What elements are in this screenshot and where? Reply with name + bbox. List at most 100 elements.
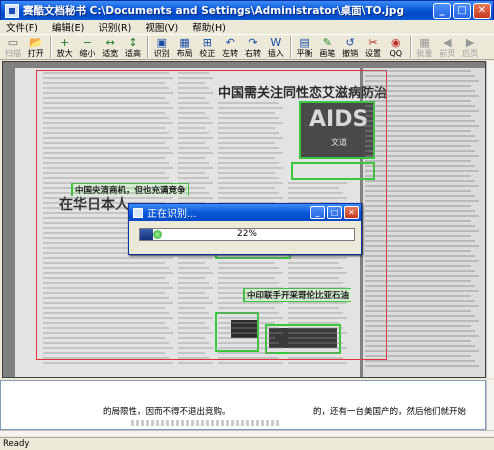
- text-line: [178, 262, 205, 264]
- text-line: [365, 265, 471, 267]
- image-vertical-scrollbar[interactable]: [486, 61, 494, 378]
- text-vertical-scrollbar[interactable]: [486, 380, 494, 430]
- text-line: [178, 82, 205, 84]
- text-line: [365, 270, 475, 272]
- balance-icon: ▤: [299, 36, 310, 49]
- toolbar-button-13[interactable]: ▤ 平衡: [294, 35, 316, 59]
- toolbar-button-label: 放大: [56, 49, 73, 58]
- toolbar-button-20[interactable]: ▶ 后页: [459, 35, 481, 59]
- toolbar-button-7[interactable]: ▣ 识别: [151, 35, 173, 59]
- text-line: [365, 325, 471, 327]
- qq-icon: ◉: [390, 36, 401, 49]
- text-line: [178, 362, 213, 364]
- menu-help[interactable]: 帮助(H): [192, 20, 226, 34]
- text-line: [365, 140, 479, 142]
- toolbar-button-17[interactable]: ◉ QQ: [385, 35, 407, 59]
- text-line: [365, 205, 471, 207]
- text-line: [178, 142, 205, 144]
- text-line: [43, 352, 165, 354]
- dialog-minimize-button[interactable]: _: [310, 206, 325, 219]
- toolbar-button-5[interactable]: ↔ 适宽: [99, 35, 121, 59]
- text-line: [288, 297, 343, 299]
- toolbar-button-4[interactable]: − 缩小: [76, 35, 98, 59]
- text-line: [178, 272, 213, 274]
- toolbar-button-1[interactable]: ▭ 扫描: [2, 35, 24, 59]
- aids-logo-text: AIDS: [309, 107, 369, 132]
- dialog-maximize-button[interactable]: □: [327, 206, 342, 219]
- dialog-close-button[interactable]: ✕: [344, 206, 359, 219]
- text-line: [365, 195, 475, 197]
- text-line: [365, 225, 475, 227]
- text-line: [288, 352, 339, 354]
- text-line: [43, 257, 173, 259]
- menu-view[interactable]: 视图(V): [145, 20, 178, 34]
- text-line: [365, 295, 471, 297]
- text-line: [288, 182, 347, 184]
- text-line: [218, 352, 275, 354]
- dialog-app-icon: [133, 207, 143, 218]
- text-line: [365, 210, 475, 212]
- text-line: [288, 192, 343, 194]
- minimize-button[interactable]: _: [433, 2, 451, 19]
- text-line: [43, 87, 169, 89]
- toolbar-button-label: 左转: [222, 49, 239, 58]
- text-line: [365, 280, 471, 282]
- text-line: [178, 122, 213, 124]
- text-line: [365, 315, 475, 317]
- toolbar-button-label: 平衡: [296, 49, 313, 58]
- text-line: [178, 177, 209, 179]
- toolbar-button-12[interactable]: W 插入: [265, 35, 287, 59]
- text-line: [43, 327, 169, 329]
- toolbar-button-label: 扫描: [5, 49, 21, 58]
- text-line: [178, 157, 205, 159]
- zoom-out-icon: −: [82, 36, 92, 49]
- pen-icon: ✎: [322, 36, 332, 49]
- toolbar-button-3[interactable]: + 放大: [54, 35, 76, 59]
- green-region-6[interactable]: [291, 162, 375, 180]
- text-line: [218, 357, 279, 359]
- text-line: [288, 337, 339, 339]
- rotate-left-icon: ↶: [225, 36, 235, 49]
- fit-height-icon: ↕: [128, 36, 138, 49]
- text-line: [178, 112, 205, 114]
- toolbar-button-label: 适宽: [102, 49, 119, 58]
- menu-recognize[interactable]: 识别(R): [98, 20, 131, 34]
- toolbar-button-8[interactable]: ▦ 布局: [174, 35, 196, 59]
- text-line: [43, 272, 173, 274]
- menu-edit[interactable]: 编辑(E): [52, 20, 84, 34]
- text-line: [178, 137, 213, 139]
- toolbar-button-10[interactable]: ↶ 左转: [219, 35, 241, 59]
- recognized-text-line-1: 的局限性，因而不得不退出竞购。: [103, 407, 231, 417]
- toolbar-button-19[interactable]: ◀ 前页: [436, 35, 458, 59]
- toolbar: ▭ 扫描 📂 打开 + 放大 − 缩小 ↔ 适宽 ↕ 适高 ▣ 识别 ▦ 布局 ⊞ 校正 ↶ 左转 ↷ 右转 W 插入 ▤ 平衡 ✎…: [0, 34, 494, 60]
- toolbar-button-16[interactable]: ✂ 设置: [362, 35, 384, 59]
- text-line: [365, 240, 475, 242]
- text-line: [43, 92, 173, 94]
- recognized-text-pane[interactable]: 的局限性，因而不得不退出竞购。 的，还有一台美国产的，然后他们就开始: [0, 380, 486, 430]
- toolbar-button-6[interactable]: ↕ 适高: [122, 35, 144, 59]
- text-line: [218, 317, 283, 319]
- toolbar-button-2[interactable]: 📂 打开: [25, 35, 47, 59]
- text-line: [288, 342, 343, 344]
- fit-width-icon: ↔: [105, 36, 115, 49]
- text-line: [365, 105, 475, 107]
- close-button[interactable]: ✕: [473, 2, 491, 19]
- toolbar-button-18[interactable]: ▦ 批量: [414, 35, 436, 59]
- text-line: [43, 332, 173, 334]
- toolbar-button-14[interactable]: ✎ 画笔: [316, 35, 338, 59]
- text-horizontal-scrollbar[interactable]: [0, 430, 494, 436]
- toolbar-button-15[interactable]: ↺ 撤销: [339, 35, 361, 59]
- text-line: [178, 342, 209, 344]
- text-line: [365, 245, 479, 247]
- text-line: [43, 172, 165, 174]
- text-line: [218, 347, 283, 349]
- toolbar-button-9[interactable]: ⊞ 校正: [196, 35, 218, 59]
- text-line: [288, 282, 343, 284]
- menu-file[interactable]: 文件(F): [6, 20, 38, 34]
- aids-image-region[interactable]: AIDS 文道: [299, 101, 375, 159]
- text-line: [178, 197, 213, 199]
- toolbar-button-11[interactable]: ↷ 右转: [242, 35, 264, 59]
- status-bar: Ready: [0, 437, 494, 450]
- text-line: [43, 152, 173, 154]
- maximize-button[interactable]: □: [453, 2, 471, 19]
